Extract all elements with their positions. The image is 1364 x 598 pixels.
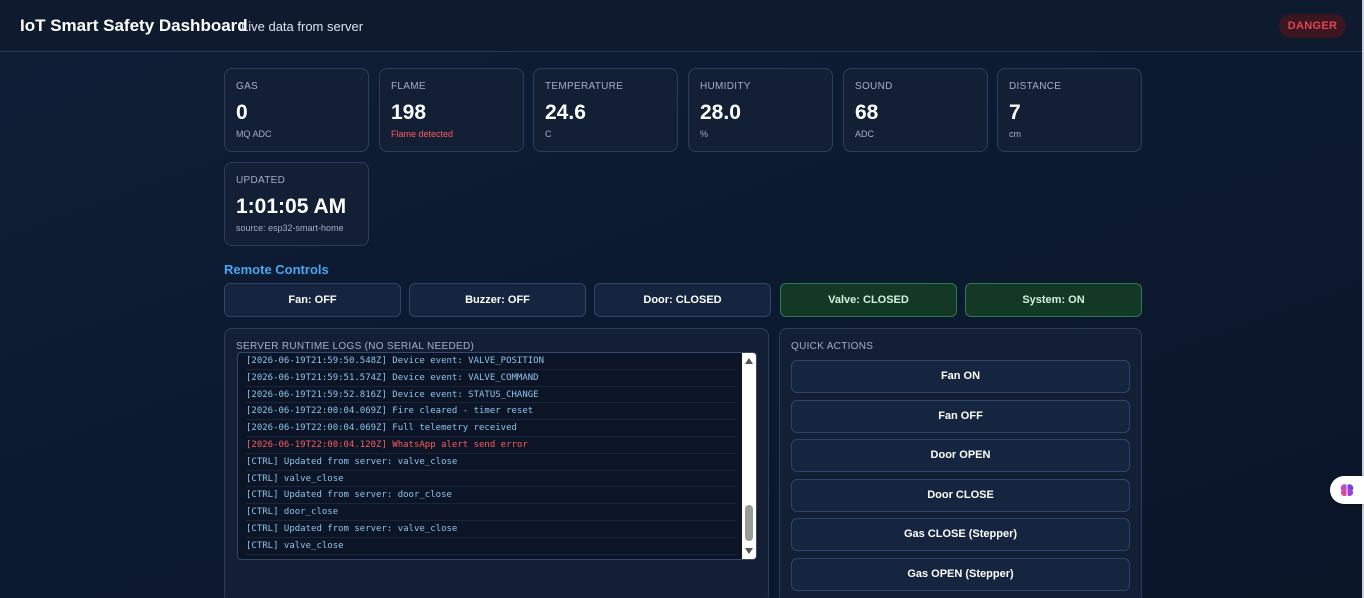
metric-card-updated: UPDATED 1:01:05 AM source: esp32-smart-h… bbox=[224, 162, 369, 246]
quick-actions-title: QUICK ACTIONS bbox=[791, 341, 874, 352]
gas-open-stepper-button[interactable]: Gas OPEN (Stepper) bbox=[791, 558, 1130, 591]
remote-controls-title: Remote Controls bbox=[224, 262, 329, 277]
fan-off-button[interactable]: Fan OFF bbox=[791, 400, 1130, 433]
fan-toggle-button[interactable]: Fan: OFF bbox=[224, 283, 401, 317]
status-badge: DANGER bbox=[1279, 14, 1346, 38]
metric-unit: % bbox=[700, 129, 709, 139]
door-open-button[interactable]: Door OPEN bbox=[791, 439, 1130, 472]
metric-label: GAS bbox=[236, 81, 259, 92]
app-subtitle: Live data from server bbox=[241, 19, 364, 34]
metric-label: HUMIDITY bbox=[700, 81, 751, 92]
buzzer-toggle-button[interactable]: Buzzer: OFF bbox=[409, 283, 586, 317]
log-line: [2026-06-19T22:00:04.120Z] WhatsApp aler… bbox=[246, 437, 736, 454]
log-line: [CTRL] Updated from server: valve_close bbox=[246, 521, 736, 538]
log-line: [CTRL] valve_close bbox=[246, 538, 736, 555]
log-line: [CTRL] valve_close bbox=[246, 471, 736, 488]
metric-alert-text: Flame detected bbox=[391, 129, 454, 139]
log-output[interactable]: [2026-06-19T21:59:50.548Z] Device event:… bbox=[237, 352, 757, 560]
metric-value: 0 bbox=[236, 101, 248, 124]
log-scrollbar[interactable] bbox=[742, 353, 756, 559]
logs-title: SERVER RUNTIME LOGS (NO SERIAL NEEDED) bbox=[236, 341, 475, 352]
scroll-down-icon[interactable] bbox=[745, 548, 753, 554]
metric-value: 7 bbox=[1009, 101, 1021, 124]
metric-card-humidity: HUMIDITY 28.0 % bbox=[688, 68, 833, 152]
system-toggle-button[interactable]: System: ON bbox=[965, 283, 1142, 317]
updated-time: 1:01:05 AM bbox=[236, 195, 347, 218]
log-line: [2026-06-19T21:59:52.816Z] Device event:… bbox=[246, 387, 736, 404]
log-lines: [2026-06-19T21:59:50.548Z] Device event:… bbox=[246, 353, 736, 555]
quick-actions-panel: QUICK ACTIONS Fan ON Fan OFF Door OPEN D… bbox=[779, 328, 1142, 598]
log-line: [2026-06-19T22:00:04.069Z] Full telemetr… bbox=[246, 420, 736, 437]
metric-value: 28.0 bbox=[700, 101, 741, 124]
logs-panel: SERVER RUNTIME LOGS (NO SERIAL NEEDED) [… bbox=[224, 328, 769, 598]
metric-label: FLAME bbox=[391, 81, 426, 92]
metric-card-sound: SOUND 68 ADC bbox=[843, 68, 988, 152]
metric-card-temperature: TEMPERATURE 24.6 C bbox=[533, 68, 678, 152]
app-title: IoT Smart Safety Dashboard bbox=[20, 16, 248, 35]
top-bar: IoT Smart Safety Dashboard Live data fro… bbox=[0, 0, 1362, 52]
gas-close-stepper-button[interactable]: Gas CLOSE (Stepper) bbox=[791, 518, 1130, 551]
valve-toggle-button[interactable]: Valve: CLOSED bbox=[780, 283, 957, 317]
metric-label: SOUND bbox=[855, 81, 893, 92]
metric-label: TEMPERATURE bbox=[545, 81, 624, 92]
metric-unit: cm bbox=[1009, 129, 1021, 139]
metric-unit: ADC bbox=[855, 129, 875, 139]
metric-value: 24.6 bbox=[545, 101, 586, 124]
metric-card-distance: DISTANCE 7 cm bbox=[997, 68, 1142, 152]
metric-card-flame: FLAME 198 Flame detected bbox=[379, 68, 524, 152]
metric-unit: MQ ADC bbox=[236, 129, 272, 139]
log-line: [2026-06-19T22:00:04.069Z] Fire cleared … bbox=[246, 403, 736, 421]
scroll-thumb[interactable] bbox=[745, 505, 753, 541]
metric-card-gas: GAS 0 MQ ADC bbox=[224, 68, 369, 152]
source-text: source: esp32-smart-home bbox=[236, 223, 344, 233]
metric-label: DISTANCE bbox=[1009, 81, 1062, 92]
metric-unit: C bbox=[545, 129, 552, 139]
metric-value: 198 bbox=[391, 101, 427, 124]
fan-on-button[interactable]: Fan ON bbox=[791, 360, 1130, 393]
door-toggle-button[interactable]: Door: CLOSED bbox=[594, 283, 771, 317]
assistant-extension-button[interactable] bbox=[1330, 476, 1364, 504]
log-line: [CTRL] door_close bbox=[246, 504, 736, 521]
metric-label: UPDATED bbox=[236, 175, 286, 186]
log-line: [2026-06-19T21:59:50.548Z] Device event:… bbox=[246, 353, 736, 370]
log-line: [2026-06-19T21:59:51.574Z] Device event:… bbox=[246, 370, 736, 387]
scroll-up-icon[interactable] bbox=[745, 358, 753, 364]
log-line: [CTRL] Updated from server: valve_close bbox=[246, 454, 736, 471]
metric-value: 68 bbox=[855, 101, 879, 124]
log-line: [CTRL] Updated from server: door_close bbox=[246, 487, 736, 505]
door-close-button[interactable]: Door CLOSE bbox=[791, 479, 1130, 512]
